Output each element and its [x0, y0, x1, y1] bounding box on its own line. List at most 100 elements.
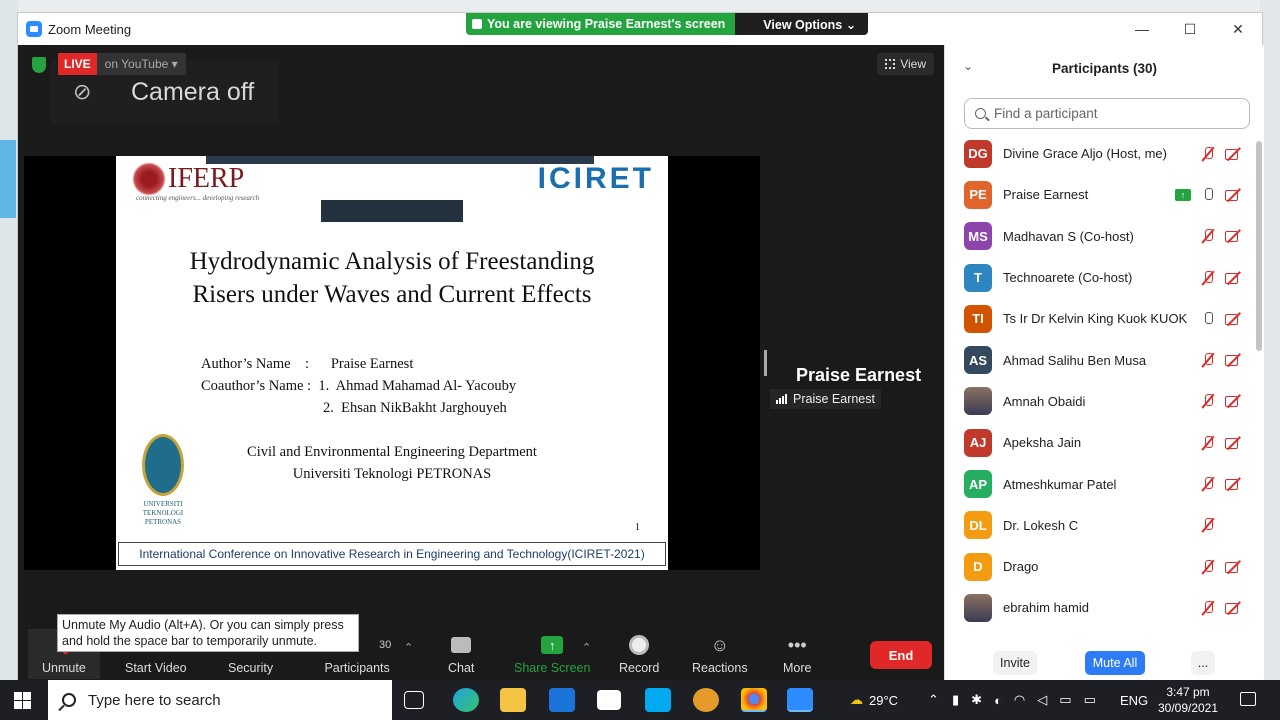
input-language[interactable]: ENG: [1120, 680, 1148, 720]
participant-name: Praise Earnest: [1003, 187, 1089, 203]
participant-status-icons: [1201, 270, 1243, 285]
participant-avatar: PE: [964, 180, 992, 209]
microphone-muted-icon[interactable]: [1201, 146, 1215, 161]
record-button[interactable]: Record: [619, 633, 659, 675]
participant-row[interactable]: AS Ahmad Salihu Ben Musa: [945, 339, 1255, 380]
mute-all-button[interactable]: Mute All: [1085, 651, 1145, 675]
microphone-muted-icon[interactable]: [1201, 394, 1215, 408]
zoom-taskbar-icon[interactable]: [787, 688, 813, 712]
live-stream-badge[interactable]: LIVE on YouTube ▾: [58, 53, 186, 75]
slide-top-bar: [206, 156, 594, 164]
microphone-muted-icon[interactable]: [1201, 270, 1215, 285]
taskbar-search[interactable]: [48, 680, 392, 720]
participant-name: Ts Ir Dr Kelvin King Kuok KUOK: [1003, 311, 1188, 327]
chat-button[interactable]: Chat: [448, 633, 474, 675]
record-label: Record: [619, 661, 660, 675]
participant-name: Drago: [1003, 559, 1039, 575]
coauthor-line-2: 2. Ehsan NikBakht Jarghouyeh: [323, 400, 507, 416]
mail-icon[interactable]: [549, 688, 575, 712]
microphone-muted-icon[interactable]: [1201, 229, 1215, 243]
participant-name: Dr. Lokesh C: [1003, 517, 1079, 533]
reactions-button[interactable]: ☺ Reactions: [692, 633, 748, 676]
participant-avatar: AS: [964, 346, 992, 375]
video-off-icon: [1225, 271, 1243, 285]
chrome-icon[interactable]: [741, 688, 767, 712]
notification-center-icon[interactable]: [1240, 692, 1256, 706]
microphone-muted-icon[interactable]: [1201, 518, 1215, 532]
view-button[interactable]: View: [877, 53, 934, 75]
share-chevron-icon[interactable]: ⌃: [582, 641, 591, 654]
microphone-muted-icon[interactable]: [1201, 353, 1215, 367]
weather-widget[interactable]: ☁ 29°C: [850, 680, 898, 720]
participant-name: ebrahim hamid: [1003, 600, 1089, 616]
close-button[interactable]: ✕: [1214, 13, 1262, 45]
signal-strength-icon: [776, 394, 787, 404]
microphone-muted-icon[interactable]: [1201, 435, 1215, 450]
edge-browser-icon[interactable]: [453, 688, 479, 712]
participant-search[interactable]: [964, 98, 1250, 129]
participant-status-icons: [1201, 394, 1243, 408]
participant-name: Technoarete (Co-host): [1003, 270, 1133, 286]
participant-row[interactable]: Amnah Obaidi: [945, 381, 1255, 422]
volume-icon[interactable]: ◁: [1037, 692, 1047, 708]
participant-row[interactable]: PE Praise Earnest ↑: [945, 174, 1255, 215]
participant-row[interactable]: D Drago: [945, 546, 1255, 587]
microphone-muted-icon[interactable]: [1201, 600, 1215, 615]
zoom-logo-icon: [26, 21, 42, 37]
meeting-area: ⊘ Camera off LIVE on YouTube ▾ View IFER…: [18, 45, 944, 681]
participants-more-button[interactable]: ...: [1191, 651, 1215, 675]
share-screen-button[interactable]: ↑ Share Screen: [514, 633, 590, 675]
meeting-secure-icon[interactable]: [32, 57, 46, 73]
microphone-icon[interactable]: [1201, 311, 1215, 326]
battery-icon[interactable]: ▭: [1084, 692, 1096, 708]
microphone-icon[interactable]: [1201, 187, 1215, 202]
microphone-muted-icon[interactable]: [1201, 477, 1215, 491]
participant-status-icons: [1201, 600, 1243, 615]
taskbar-search-input[interactable]: [88, 691, 368, 709]
maximize-button[interactable]: ☐: [1166, 13, 1214, 45]
start-video-label: Start Video: [125, 661, 187, 675]
collapse-panel-chevron-icon[interactable]: ⌄: [963, 59, 973, 73]
utp-logo-text: UNIVERSITI TEKNOLOGI PETRONAS: [142, 500, 184, 526]
meet-now-icon[interactable]: ▭: [1059, 692, 1071, 708]
weather-cloud-icon: ☁: [850, 692, 863, 707]
camera-off-text: Camera off: [131, 78, 255, 106]
network-icon[interactable]: ◐: [994, 693, 1002, 708]
participant-row[interactable]: DL Dr. Lokesh C: [945, 505, 1255, 546]
participant-row[interactable]: T Technoarete (Co-host): [945, 257, 1255, 298]
task-view-icon[interactable]: [404, 691, 424, 709]
vpn-shield-icon[interactable]: [693, 688, 719, 712]
participant-row[interactable]: ebrahim hamid: [945, 587, 1255, 628]
participant-status-icons: [1201, 311, 1243, 326]
video-off-icon: [1225, 312, 1243, 326]
participant-row[interactable]: AJ Apeksha Jain: [945, 422, 1255, 463]
taskbar-search-icon: [62, 693, 76, 707]
more-button[interactable]: ••• More: [783, 633, 812, 676]
file-explorer-icon[interactable]: [500, 688, 526, 712]
participant-row[interactable]: TI Ts Ir Dr Kelvin King Kuok KUOK: [945, 298, 1255, 339]
participant-row[interactable]: AP Atmeshkumar Patel: [945, 463, 1255, 504]
participant-row[interactable]: DG Divine Grace Aljo (Host, me): [945, 133, 1255, 174]
bluetooth-icon[interactable]: ✱: [971, 692, 982, 708]
tray-overflow-chevron-icon[interactable]: ⌃: [928, 680, 939, 720]
participant-search-input[interactable]: [994, 106, 1234, 121]
wifi-icon[interactable]: ◠: [1014, 692, 1025, 708]
view-options-button[interactable]: View Options ⌄: [735, 13, 869, 35]
search-icon: [975, 108, 986, 119]
reactions-icon: ☺: [710, 634, 729, 655]
microphone-muted-icon[interactable]: [1201, 559, 1215, 574]
participant-list-scrollbar[interactable]: [1256, 141, 1262, 351]
skype-icon[interactable]: [645, 688, 671, 712]
participant-row[interactable]: MS Madhavan S (Co-host): [945, 216, 1255, 257]
microphone-tray-icon[interactable]: ▮: [952, 692, 959, 708]
dropbox-icon[interactable]: [597, 690, 621, 710]
end-meeting-button[interactable]: End: [870, 641, 932, 669]
more-dots-icon: •••: [787, 634, 807, 655]
windows-start-icon[interactable]: [14, 692, 31, 709]
more-label: More: [783, 661, 812, 675]
minimize-button[interactable]: —: [1118, 13, 1166, 45]
invite-button[interactable]: Invite: [993, 651, 1037, 675]
presenter-name: Praise Earnest: [796, 365, 922, 385]
participants-chevron-icon[interactable]: ⌃: [404, 641, 413, 654]
taskbar-clock[interactable]: 3:47 pm 30/09/2021: [1148, 684, 1228, 716]
